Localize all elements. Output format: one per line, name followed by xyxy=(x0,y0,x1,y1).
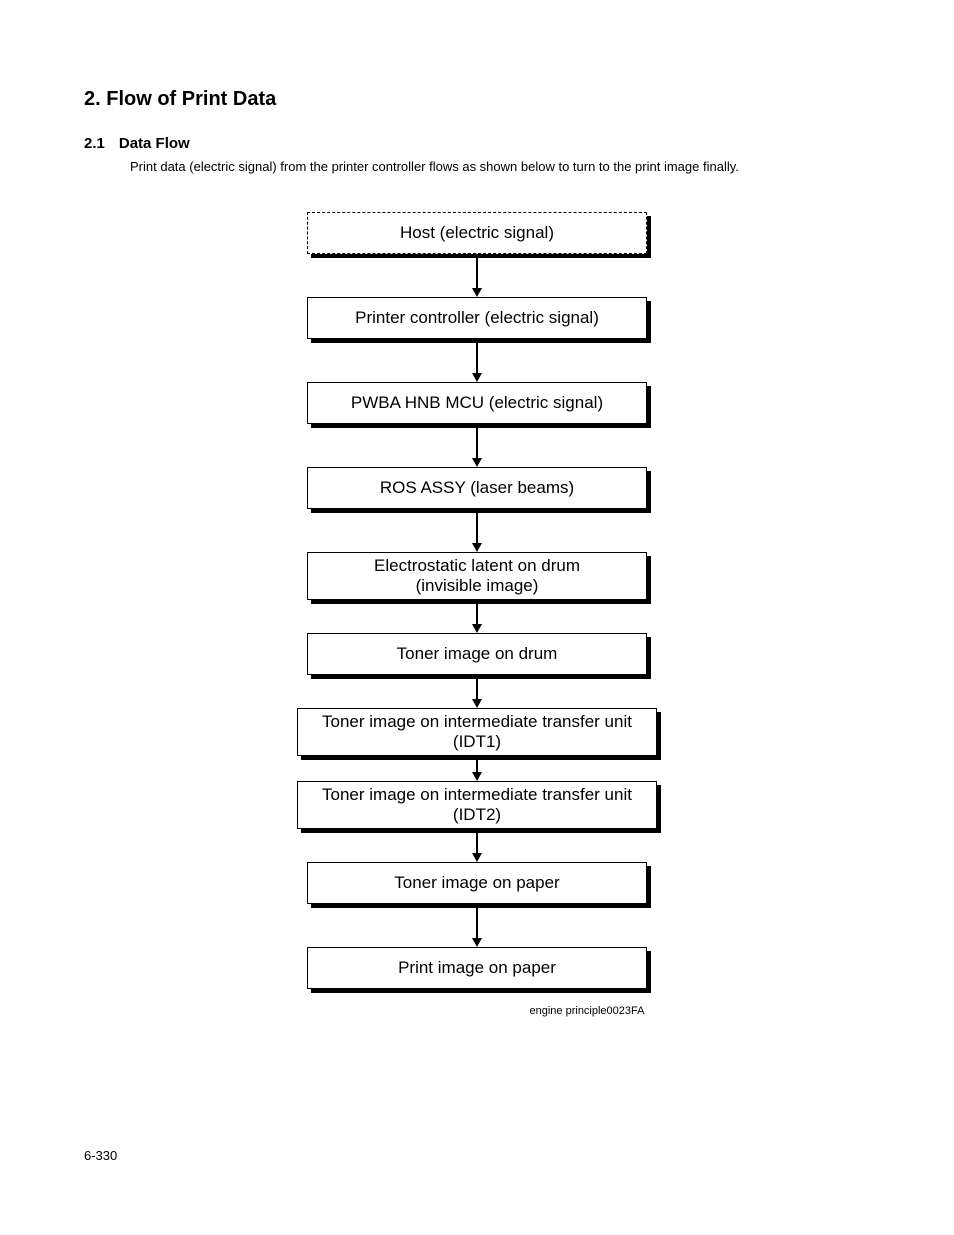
arrow-shaft xyxy=(476,513,478,543)
subsection-title: Data Flow xyxy=(119,135,190,152)
arrow-shaft xyxy=(476,833,478,853)
flow-node-label: ROS ASSY (laser beams) xyxy=(380,478,574,498)
figure-label: engine principle0023FA xyxy=(530,1005,645,1017)
page: 2. Flow of Print Data 2.1 Data Flow Prin… xyxy=(0,0,954,1235)
flow-node-box: ROS ASSY (laser beams) xyxy=(307,467,647,509)
arrow-shaft xyxy=(476,760,478,772)
arrow-head xyxy=(472,853,482,862)
arrow-head xyxy=(472,938,482,947)
arrow-head xyxy=(472,458,482,467)
flowchart: Host (electric signal) Printer controller… xyxy=(84,212,870,1017)
arrow-down-icon xyxy=(472,760,482,781)
flow-node: Toner image on intermediate transfer uni… xyxy=(297,781,657,829)
arrow-head xyxy=(472,699,482,708)
flow-node-box: Toner image on intermediate transfer uni… xyxy=(297,781,657,829)
arrow-down-icon xyxy=(472,833,482,862)
flow-node: ROS ASSY (laser beams) xyxy=(307,467,647,509)
flow-node-label: Printer controller (electric signal) xyxy=(355,308,599,328)
body-paragraph: Print data (electric signal) from the pr… xyxy=(130,158,870,176)
arrow-shaft xyxy=(476,343,478,373)
arrow-shaft xyxy=(476,908,478,938)
subsection-heading-row: 2.1 Data Flow xyxy=(84,135,870,152)
arrow-down-icon xyxy=(472,513,482,552)
arrow-shaft xyxy=(476,428,478,458)
flow-node-label: Electrostatic latent on drum(invisible i… xyxy=(374,556,580,596)
flow-node-label: Toner image on drum xyxy=(397,644,558,664)
arrow-down-icon xyxy=(472,428,482,467)
flow-node-box: Electrostatic latent on drum(invisible i… xyxy=(307,552,647,600)
flow-node-box: Print image on paper xyxy=(307,947,647,989)
section-heading: 2. Flow of Print Data xyxy=(84,88,870,111)
flow-node-label: Toner image on paper xyxy=(394,873,559,893)
flow-node: Toner image on drum xyxy=(307,633,647,675)
page-number: 6-330 xyxy=(84,1148,117,1163)
arrow-down-icon xyxy=(472,343,482,382)
flow-node-box: Toner image on drum xyxy=(307,633,647,675)
flow-node-label: Host (electric signal) xyxy=(400,223,554,243)
flow-node-label: PWBA HNB MCU (electric signal) xyxy=(351,393,603,413)
flow-node-box: Printer controller (electric signal) xyxy=(307,297,647,339)
arrow-down-icon xyxy=(472,604,482,633)
flow-node: Toner image on intermediate transfer uni… xyxy=(297,708,657,756)
flow-node-box: PWBA HNB MCU (electric signal) xyxy=(307,382,647,424)
arrow-down-icon xyxy=(472,908,482,947)
arrow-head xyxy=(472,772,482,781)
flow-node: Print image on paper xyxy=(307,947,647,989)
flow-node: Printer controller (electric signal) xyxy=(307,297,647,339)
arrow-shaft xyxy=(476,604,478,624)
arrow-shaft xyxy=(476,258,478,288)
subsection-number: 2.1 xyxy=(84,135,105,152)
flow-node-label: Toner image on intermediate transfer uni… xyxy=(322,712,632,752)
arrow-down-icon xyxy=(472,258,482,297)
flow-node: Toner image on paper xyxy=(307,862,647,904)
flow-node-box: Toner image on paper xyxy=(307,862,647,904)
arrow-head xyxy=(472,624,482,633)
arrow-head xyxy=(472,288,482,297)
arrow-shaft xyxy=(476,679,478,699)
flow-node-box: Toner image on intermediate transfer uni… xyxy=(297,708,657,756)
flow-node-box: Host (electric signal) xyxy=(307,212,647,254)
flow-node: Electrostatic latent on drum(invisible i… xyxy=(307,552,647,600)
flow-node: PWBA HNB MCU (electric signal) xyxy=(307,382,647,424)
flow-node-label: Toner image on intermediate transfer uni… xyxy=(322,785,632,825)
arrow-down-icon xyxy=(472,679,482,708)
arrow-head xyxy=(472,543,482,552)
arrow-head xyxy=(472,373,482,382)
flow-node-label: Print image on paper xyxy=(398,958,556,978)
flow-node: Host (electric signal) xyxy=(307,212,647,254)
